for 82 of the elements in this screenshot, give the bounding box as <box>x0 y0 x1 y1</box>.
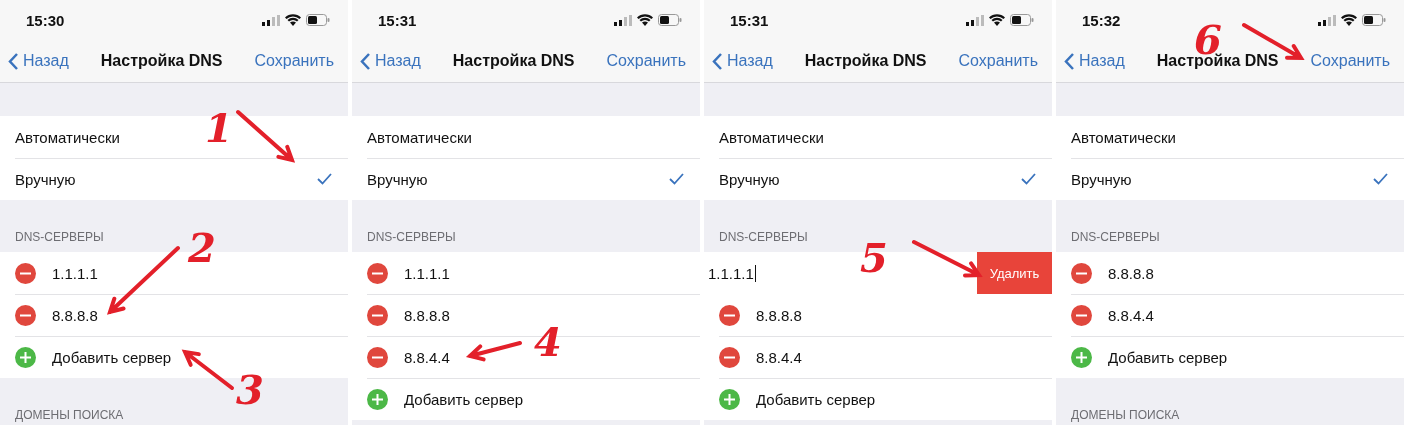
option-label[interactable]: Вручную <box>719 170 780 188</box>
add-icon[interactable] <box>15 346 36 368</box>
add-icon[interactable] <box>367 388 388 410</box>
remove-icon[interactable] <box>367 346 388 368</box>
remove-icon[interactable] <box>719 304 740 326</box>
annotation-number: 4 <box>534 322 562 362</box>
option-label[interactable]: Вручную <box>1071 170 1132 188</box>
status-time: 15:31 <box>378 11 417 29</box>
status-time: 15:32 <box>1082 11 1121 29</box>
option-label[interactable]: Автоматически <box>1071 128 1176 146</box>
signal-icon <box>614 14 632 26</box>
save-button[interactable]: Сохранить <box>958 52 1038 70</box>
annotation-arrow <box>465 341 522 362</box>
annotation-number: 3 <box>236 370 264 410</box>
remove-icon[interactable] <box>15 262 36 284</box>
option-label[interactable]: Автоматически <box>719 128 824 146</box>
wifi-icon <box>989 14 1005 26</box>
server-address: 8.8.8.8 <box>1108 264 1154 282</box>
server-address: 8.8.4.4 <box>404 348 450 366</box>
save-button[interactable]: Сохранить <box>606 52 686 70</box>
wifi-icon <box>637 14 653 26</box>
battery-icon <box>1010 14 1034 26</box>
add-icon[interactable] <box>719 388 740 410</box>
chevron-left-icon <box>8 51 19 71</box>
add-server-label[interactable]: Добавить сервер <box>52 348 172 366</box>
back-button[interactable]: Назад <box>712 51 773 71</box>
status-time: 15:30 <box>26 11 65 29</box>
wifi-icon <box>1341 14 1357 26</box>
remove-icon[interactable] <box>719 346 740 368</box>
server-address: 8.8.4.4 <box>756 348 802 366</box>
battery-icon <box>1362 14 1386 26</box>
annotation-arrow <box>181 349 234 390</box>
battery-icon <box>306 14 330 26</box>
option-label[interactable]: Автоматически <box>367 128 472 146</box>
option-label[interactable]: Вручную <box>15 170 76 188</box>
back-button[interactable]: Назад <box>1064 51 1125 71</box>
annotation-arrow <box>912 240 983 278</box>
chevron-left-icon <box>712 51 723 71</box>
server-address: 1.1.1.1 <box>52 264 98 282</box>
save-button[interactable]: Сохранить <box>1310 52 1390 70</box>
server-address: 1.1.1.1 <box>404 264 450 282</box>
section-header: DNS-СЕРВЕРЫ <box>367 230 456 244</box>
option-label[interactable]: Автоматически <box>15 128 120 146</box>
section-header: ДОМЕНЫ ПОИСКА <box>1071 408 1180 422</box>
chevron-left-icon <box>1064 51 1075 71</box>
server-address: 8.8.4.4 <box>1108 306 1154 324</box>
annotation-number: 1 <box>205 108 233 148</box>
server-address: 8.8.8.8 <box>756 306 802 324</box>
annotation-number: 5 <box>860 238 888 278</box>
add-server-label[interactable]: Добавить сервер <box>756 390 876 408</box>
remove-icon[interactable] <box>1071 262 1092 284</box>
delete-button[interactable]: Удалить <box>977 252 1052 294</box>
section-header: DNS-СЕРВЕРЫ <box>719 230 808 244</box>
section-header: DNS-СЕРВЕРЫ <box>15 230 104 244</box>
remove-icon[interactable] <box>367 304 388 326</box>
screen-title: Настройка DNS <box>804 52 927 70</box>
remove-icon[interactable] <box>367 262 388 284</box>
add-icon[interactable] <box>1071 346 1092 368</box>
save-button[interactable]: Сохранить <box>254 52 334 70</box>
remove-icon[interactable] <box>1071 304 1092 326</box>
add-server-label[interactable]: Добавить сервер <box>1108 348 1228 366</box>
section-header: ДОМЕНЫ ПОИСКА <box>15 408 124 422</box>
option-label[interactable]: Вручную <box>367 170 428 188</box>
back-button[interactable]: Назад <box>8 51 69 71</box>
screen-title: Настройка DNS <box>452 52 575 70</box>
annotation-number: 2 <box>188 228 216 268</box>
signal-icon <box>262 14 280 26</box>
annotation-arrow <box>236 110 296 163</box>
signal-icon <box>966 14 984 26</box>
add-server-label[interactable]: Добавить сервер <box>404 390 524 408</box>
section-header: DNS-СЕРВЕРЫ <box>1071 230 1160 244</box>
server-address: 8.8.8.8 <box>52 306 98 324</box>
screen-title: Настройка DNS <box>100 52 223 70</box>
server-address-field[interactable]: 1.1.1.1 <box>708 264 756 282</box>
remove-icon[interactable] <box>15 304 36 326</box>
signal-icon <box>1318 14 1336 26</box>
chevron-left-icon <box>360 51 371 71</box>
wifi-icon <box>285 14 301 26</box>
server-address: 8.8.8.8 <box>404 306 450 324</box>
battery-icon <box>658 14 682 26</box>
status-time: 15:31 <box>730 11 769 29</box>
back-button[interactable]: Назад <box>360 51 421 71</box>
